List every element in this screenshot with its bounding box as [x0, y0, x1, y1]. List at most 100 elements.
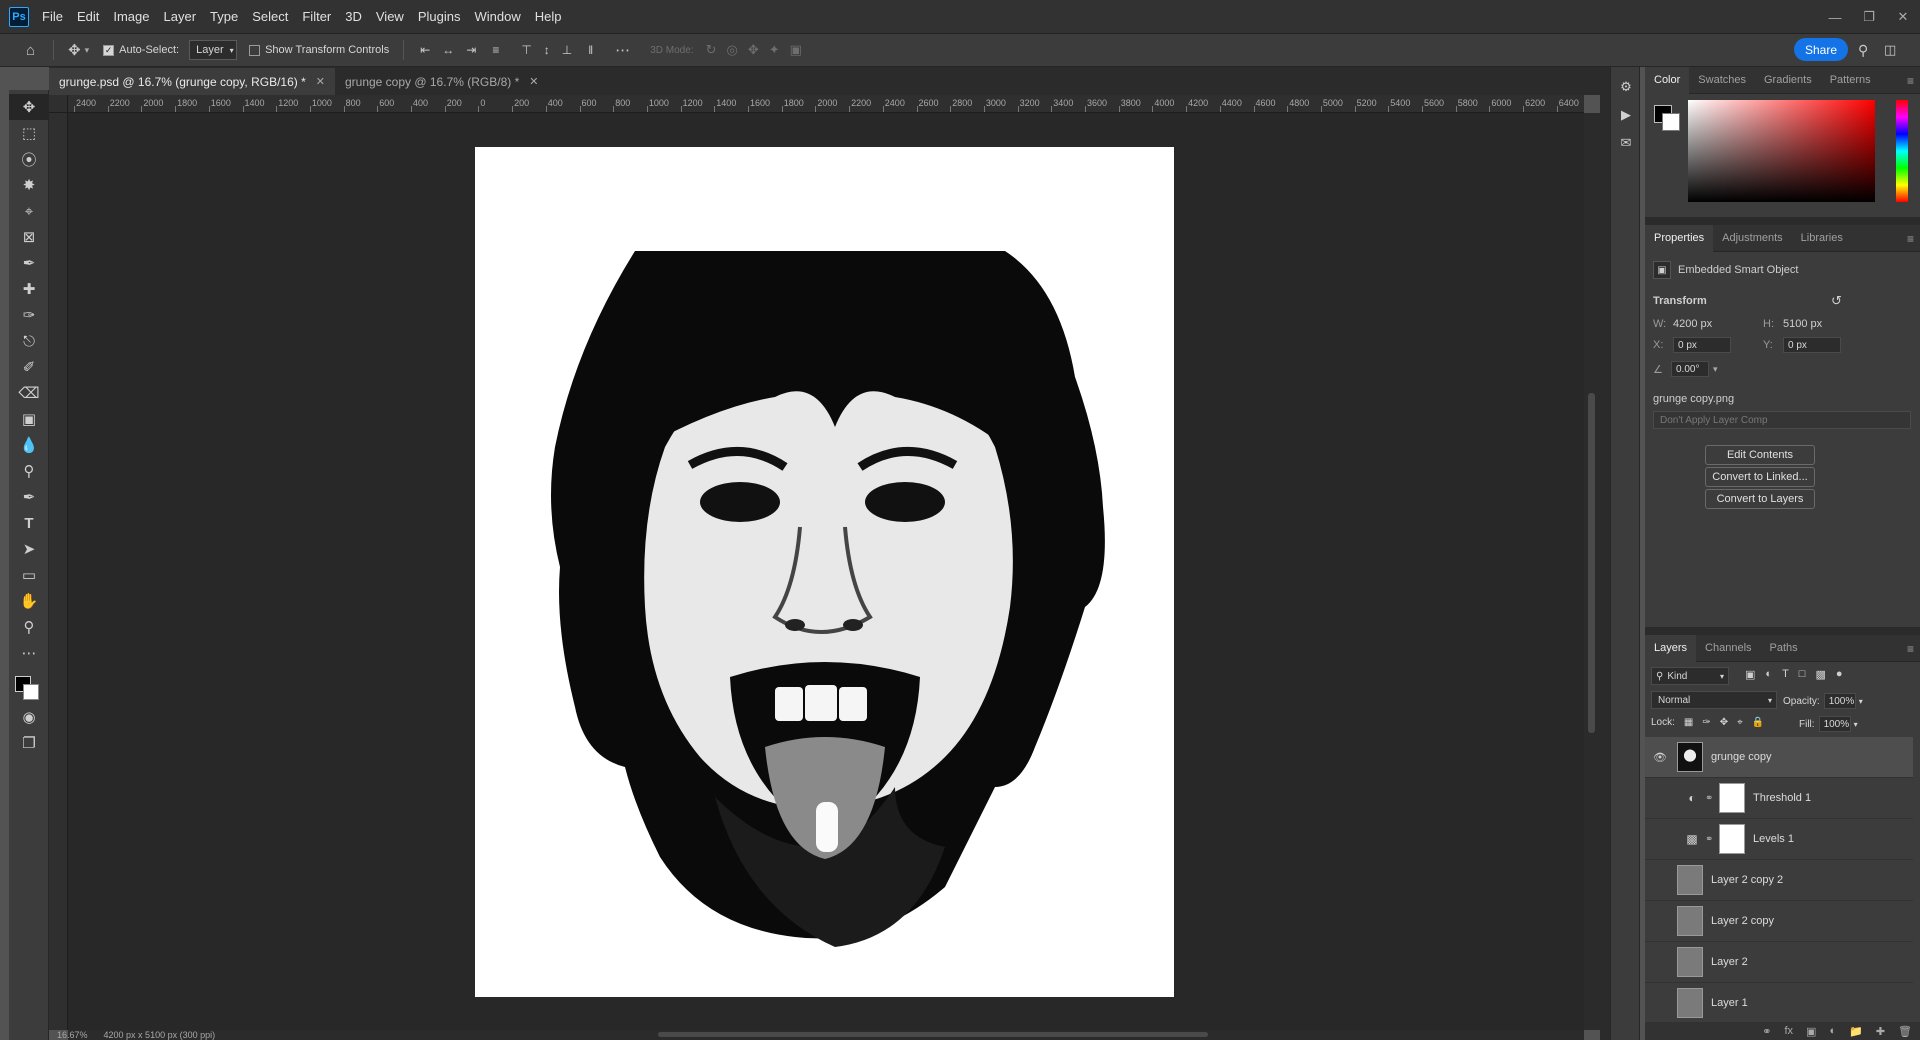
tab-layers[interactable]: Layers — [1645, 634, 1697, 662]
tab-libraries[interactable]: Libraries — [1792, 225, 1852, 252]
move-tool-icon[interactable]: ✥ — [68, 41, 81, 59]
healing-brush-tool-icon[interactable]: ✚ — [9, 276, 49, 302]
lock-artboard-icon[interactable]: ⌖ — [1737, 717, 1743, 728]
minimize-icon[interactable]: — — [1818, 0, 1852, 34]
gradient-tool-icon[interactable]: ▣ — [9, 406, 49, 432]
menu-type[interactable]: Type — [203, 9, 245, 24]
align-center-icon[interactable]: ↔ — [442, 43, 454, 57]
add-mask-icon[interactable]: ▣ — [1806, 1025, 1816, 1038]
close-tab-icon[interactable]: ✕ — [529, 75, 538, 88]
align-right-icon[interactable]: ⇥ — [466, 43, 476, 57]
doc-tab-grunge-copy[interactable]: grunge copy @ 16.7% (RGB/8) * ✕ — [335, 68, 548, 95]
search-icon[interactable]: ⚲ — [1858, 42, 1868, 59]
layer-row-layer-1[interactable]: Layer 1 — [1645, 983, 1913, 1024]
layer-row-threshold[interactable]: ◐ ⚭ Threshold 1 — [1645, 778, 1913, 819]
delete-layer-icon[interactable]: 🗑 — [1898, 1025, 1912, 1038]
path-selection-tool-icon[interactable]: ➤ — [9, 536, 49, 562]
hue-slider[interactable] — [1896, 100, 1908, 202]
pixel-filter-icon[interactable]: ▣ — [1745, 668, 1755, 681]
panel-menu-icon[interactable]: ≡ — [1907, 642, 1914, 656]
tab-color[interactable]: Color — [1645, 66, 1690, 94]
align-bottom-icon[interactable]: ⊥ — [562, 43, 572, 57]
menu-file[interactable]: File — [35, 9, 70, 24]
frame-tool-icon[interactable]: ⊠ — [9, 224, 49, 250]
link-layers-icon[interactable]: ⚭ — [1762, 1025, 1771, 1038]
lock-all-icon[interactable]: 🔒 — [1752, 717, 1764, 728]
crop-tool-icon[interactable]: ⌖ — [9, 198, 49, 224]
distribute-vertical-icon[interactable]: ‖ — [588, 43, 593, 57]
background-color-swatch[interactable] — [23, 684, 39, 700]
pen-tool-icon[interactable]: ✒ — [9, 484, 49, 510]
menu-filter[interactable]: Filter — [295, 9, 338, 24]
chevron-down-icon[interactable]: ▾ — [1859, 697, 1863, 706]
screen-mode-icon[interactable]: ❐ — [9, 730, 49, 756]
quick-mask-icon[interactable]: ◉ — [9, 704, 49, 730]
history-panel-icon[interactable]: ⚙ — [1611, 73, 1641, 101]
hand-tool-icon[interactable]: ✋ — [9, 588, 49, 614]
document-canvas[interactable] — [475, 147, 1174, 997]
ruler-origin[interactable] — [49, 95, 68, 113]
align-top-icon[interactable]: ⊤ — [521, 43, 531, 57]
layer-name[interactable]: Levels 1 — [1753, 833, 1794, 845]
panel-menu-icon[interactable]: ≡ — [1907, 74, 1914, 88]
canvas-area[interactable] — [68, 113, 1584, 1030]
visibility-eye-icon[interactable]: 👁 — [1651, 748, 1669, 766]
new-layer-icon[interactable]: ✚ — [1876, 1025, 1885, 1038]
brush-tool-icon[interactable]: ✑ — [9, 302, 49, 328]
visibility-toggle[interactable] — [1651, 871, 1669, 889]
layer-mask-thumbnail[interactable] — [1719, 783, 1745, 813]
blend-mode-dropdown[interactable]: Normal ▾ — [1651, 691, 1777, 709]
lock-position-icon[interactable]: ✥ — [1720, 717, 1728, 728]
smart-object-filter-icon[interactable]: ▩ — [1815, 668, 1825, 681]
chevron-down-icon[interactable]: ▾ — [1854, 720, 1858, 729]
chevron-down-icon[interactable]: ▾ — [85, 45, 90, 56]
panel-collapse-strip[interactable] — [1600, 67, 1610, 1040]
layer-name[interactable]: Layer 1 — [1711, 997, 1748, 1009]
doc-tab-grunge-psd[interactable]: grunge.psd @ 16.7% (grunge copy, RGB/16)… — [49, 68, 335, 95]
marquee-tool-icon[interactable]: ⬚ — [9, 120, 49, 146]
comments-panel-icon[interactable]: ✉ — [1611, 129, 1641, 157]
tab-channels[interactable]: Channels — [1696, 635, 1760, 662]
layer-row-layer-2[interactable]: Layer 2 — [1645, 942, 1913, 983]
background-color-swatch[interactable] — [1662, 113, 1680, 131]
layer-comp-dropdown[interactable]: Don't Apply Layer Comp — [1653, 411, 1911, 429]
quick-select-tool-icon[interactable]: ✸ — [9, 172, 49, 198]
visibility-toggle[interactable] — [1651, 789, 1669, 807]
edit-contents-button[interactable]: Edit Contents — [1705, 445, 1815, 465]
menu-layer[interactable]: Layer — [157, 9, 204, 24]
auto-select-target-dropdown[interactable]: Layer ▾ — [189, 40, 238, 60]
visibility-toggle[interactable] — [1651, 994, 1669, 1012]
tab-patterns[interactable]: Patterns — [1821, 67, 1880, 94]
type-tool-icon[interactable]: T — [9, 510, 49, 536]
layer-row-levels[interactable]: ▩ ⚭ Levels 1 — [1645, 819, 1913, 860]
lasso-tool-icon[interactable]: ⦿ — [9, 146, 49, 172]
convert-to-layers-button[interactable]: Convert to Layers — [1705, 489, 1815, 509]
align-middle-icon[interactable]: ↕ — [544, 43, 550, 57]
rectangle-tool-icon[interactable]: ▭ — [9, 562, 49, 588]
menu-window[interactable]: Window — [467, 9, 527, 24]
fx-icon[interactable]: fx — [1784, 1025, 1793, 1037]
reset-transform-icon[interactable]: ↺ — [1831, 293, 1842, 309]
visibility-toggle[interactable] — [1651, 912, 1669, 930]
color-picker-field[interactable] — [1688, 100, 1875, 202]
menu-select[interactable]: Select — [245, 9, 295, 24]
tab-properties[interactable]: Properties — [1645, 224, 1714, 252]
tab-paths[interactable]: Paths — [1761, 635, 1807, 662]
height-value[interactable]: 5100 px — [1783, 318, 1822, 330]
show-transform-checkbox[interactable]: Show Transform Controls — [249, 44, 389, 56]
layer-row-grunge-copy[interactable]: 👁 grunge copy — [1645, 737, 1913, 778]
zoom-tool-icon[interactable]: ⚲ — [9, 614, 49, 640]
edit-toolbar-icon[interactable]: ⋯ — [9, 640, 49, 666]
width-value[interactable]: 4200 px — [1673, 318, 1763, 330]
convert-to-linked-button[interactable]: Convert to Linked... — [1705, 467, 1815, 487]
auto-select-checkbox[interactable]: ✓ Auto-Select: — [103, 44, 179, 56]
move-tool-icon[interactable]: ✥ — [9, 94, 49, 120]
chevron-down-icon[interactable]: ▾ — [1713, 364, 1718, 375]
color-swatches[interactable] — [9, 666, 49, 700]
panel-menu-icon[interactable]: ≡ — [1907, 232, 1914, 246]
restore-icon[interactable]: ❐ — [1852, 0, 1886, 34]
layer-name[interactable]: Layer 2 copy — [1711, 915, 1774, 927]
visibility-toggle[interactable] — [1651, 830, 1669, 848]
menu-3d[interactable]: 3D — [338, 9, 369, 24]
filter-toggle-icon[interactable]: ● — [1836, 668, 1843, 681]
